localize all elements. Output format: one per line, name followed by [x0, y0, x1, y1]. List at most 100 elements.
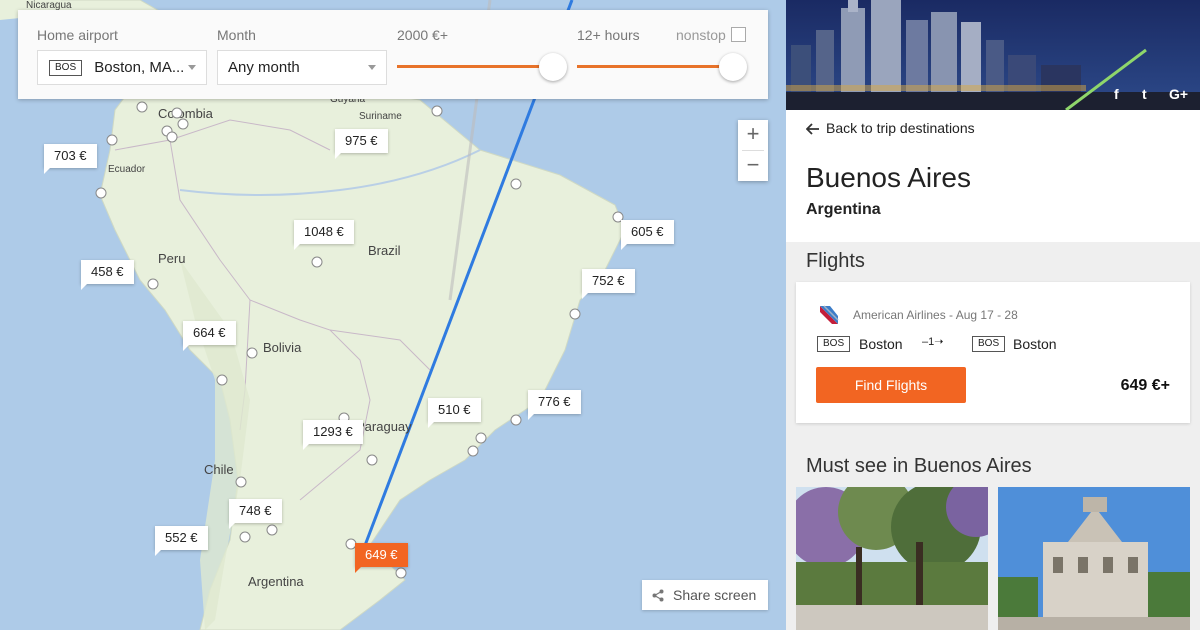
share-screen-button[interactable]: Share screen [642, 580, 768, 610]
price-slider-track[interactable] [397, 65, 553, 68]
arrow-left-icon [805, 123, 819, 135]
home-airport-label: Home airport [37, 27, 118, 43]
destination-dot[interactable] [475, 432, 487, 444]
stops-indicator: –1➝ [922, 336, 944, 348]
destination-dot[interactable] [147, 278, 159, 290]
filter-bar: Home airport BOS Boston, MA... Month Any… [18, 10, 768, 99]
city-title: Buenos Aires [806, 162, 971, 193]
price-tag[interactable]: 1293 € [303, 420, 363, 450]
destination-dot[interactable] [136, 101, 148, 113]
duration-slider-handle[interactable] [719, 53, 747, 81]
destination-dot[interactable] [431, 105, 443, 117]
price-tag[interactable]: 975 € [335, 129, 388, 159]
price-tag[interactable]: 1048 € [294, 220, 354, 250]
destination-dot[interactable] [395, 567, 407, 579]
price-tag[interactable]: 748 € [229, 499, 282, 529]
building-photo-image [998, 487, 1190, 630]
destination-title-block: Buenos Aires Argentina [786, 150, 1200, 242]
destination-dot[interactable] [216, 374, 228, 386]
zoom-controls: + − [738, 120, 768, 181]
zoom-in-button[interactable]: + [738, 120, 768, 150]
airline-name: American Airlines [853, 308, 946, 322]
destination-dot[interactable] [246, 347, 258, 359]
map[interactable]: Nicaragua Colombia Guyana Suriname Ecuad… [0, 0, 786, 630]
destination-dot[interactable] [166, 131, 178, 143]
destination-dot[interactable] [311, 256, 323, 268]
skyline-image [786, 0, 1200, 110]
destination-dot[interactable] [95, 187, 107, 199]
origin-city: Boston [859, 336, 903, 352]
map-label-suriname: Suriname [359, 111, 402, 122]
map-label-brazil: Brazil [368, 243, 401, 258]
map-label-argentina: Argentina [248, 574, 304, 589]
back-to-destinations-link[interactable]: Back to trip destinations [805, 120, 975, 136]
arrow-right-icon: ➝ [934, 336, 944, 348]
destination-dot[interactable] [510, 178, 522, 190]
price-slider-handle[interactable] [539, 53, 567, 81]
home-airport-value: Boston, MA... [94, 59, 185, 76]
map-label-chile: Chile [204, 462, 234, 477]
month-select[interactable]: Any month [217, 50, 387, 85]
chevron-down-icon [188, 65, 196, 70]
flight-dates: Aug 17 - 28 [955, 308, 1018, 322]
airport-code-badge: BOS [49, 60, 83, 77]
must-see-heading: Must see in Buenos Aires [806, 455, 1032, 477]
price-tag[interactable]: 703 € [44, 144, 97, 174]
destination-city: Boston [1013, 336, 1057, 352]
share-screen-label: Share screen [673, 587, 757, 603]
price-tag[interactable]: 552 € [155, 526, 208, 556]
dates-separator: - [949, 308, 956, 322]
destination-dot[interactable] [171, 107, 183, 119]
price-tag[interactable]: 458 € [81, 260, 134, 290]
map-label-ecuador: Ecuador [108, 164, 146, 175]
share-icon [652, 589, 664, 602]
country-subtitle: Argentina [806, 201, 881, 218]
destination-dot[interactable] [510, 414, 522, 426]
find-flights-button[interactable]: Find Flights [816, 367, 966, 403]
price-tag[interactable]: 752 € [582, 269, 635, 299]
back-link-label: Back to trip destinations [826, 120, 975, 136]
destination-dot[interactable] [235, 476, 247, 488]
month-value: Any month [228, 59, 300, 76]
destination-dot[interactable] [366, 454, 378, 466]
destination-dot[interactable] [177, 118, 189, 130]
month-label: Month [217, 27, 256, 43]
map-label-bolivia: Bolivia [263, 340, 302, 355]
destination-panel: f t G+ Back to trip destinations Buenos … [786, 0, 1200, 630]
price-tag[interactable]: 776 € [528, 390, 581, 420]
price-tag[interactable]: 510 € [428, 398, 481, 428]
destination-code-badge: BOS [972, 336, 1006, 352]
duration-slider-track[interactable] [577, 65, 733, 68]
flight-card: American Airlines - Aug 17 - 28 BOS Bost… [796, 282, 1190, 423]
map-label-paraguay: Paraguay [356, 419, 412, 434]
price-filter-label: 2000 €+ [397, 27, 448, 43]
price-tag[interactable]: 605 € [621, 220, 674, 250]
duration-filter-label: 12+ hours [577, 27, 640, 43]
nonstop-label: nonstop [676, 27, 726, 43]
zoom-out-button[interactable]: − [738, 151, 768, 181]
city-hero-image: f t G+ [786, 0, 1200, 110]
destination-dot[interactable] [266, 524, 278, 536]
attraction-photo[interactable] [998, 487, 1190, 630]
price-tag[interactable]: 664 € [183, 321, 236, 351]
back-row: Back to trip destinations [786, 110, 1200, 150]
map-label-peru: Peru [158, 251, 186, 266]
destination-dot[interactable] [467, 445, 479, 457]
google-plus-icon[interactable]: G+ [1169, 86, 1188, 102]
airline-and-dates: American Airlines - Aug 17 - 28 [853, 308, 1018, 322]
flights-heading: Flights [806, 250, 865, 272]
park-photo-image [796, 487, 988, 630]
flight-price: 649 €+ [1120, 377, 1170, 394]
destination-dot[interactable] [239, 531, 251, 543]
twitter-icon[interactable]: t [1142, 86, 1147, 102]
destination-dot[interactable] [569, 308, 581, 320]
origin-code-badge: BOS [817, 336, 851, 352]
facebook-icon[interactable]: f [1114, 86, 1119, 102]
price-tag-selected[interactable]: 649 € [355, 543, 408, 573]
chevron-down-icon [368, 65, 376, 70]
attraction-photo[interactable] [796, 487, 988, 630]
nonstop-checkbox[interactable] [731, 27, 746, 42]
home-airport-select[interactable]: BOS Boston, MA... [37, 50, 207, 85]
airline-logo-icon [820, 305, 839, 324]
destination-dot[interactable] [106, 134, 118, 146]
